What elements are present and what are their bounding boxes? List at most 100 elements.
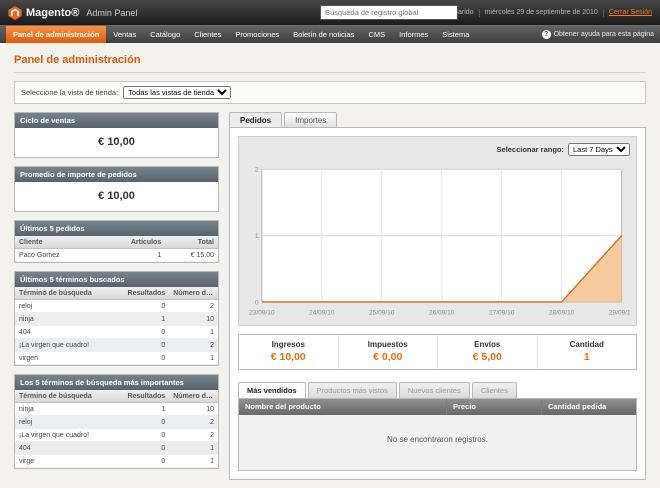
tab-most-viewed[interactable]: Productos más vistos bbox=[308, 382, 397, 398]
nav-item-customers[interactable]: Clientes bbox=[187, 26, 228, 43]
logo-subtitle: Admin Panel bbox=[86, 8, 137, 18]
nav-item-dashboard[interactable]: Panel de administración bbox=[6, 26, 106, 43]
total-label: Impuestos bbox=[339, 340, 438, 349]
page-content: Panel de administración Seleccione la vi… bbox=[0, 43, 660, 488]
table-row[interactable]: ninja 1 10 bbox=[15, 403, 218, 416]
column-header: Resultados bbox=[121, 390, 170, 403]
nav-item-sales[interactable]: Ventas bbox=[106, 26, 143, 43]
table-row[interactable]: ¡La virgen que cuadro! 0 2 bbox=[15, 339, 218, 352]
svg-text:24/09/10: 24/09/10 bbox=[309, 310, 335, 317]
table-row[interactable]: ¡La virgen que cuadro! 0 2 bbox=[15, 429, 218, 442]
cell-results: 0 bbox=[121, 442, 170, 455]
nav-item-cms[interactable]: CMS bbox=[361, 26, 392, 43]
top-header: Magento® Admin Panel Accedió como aparid… bbox=[0, 0, 660, 25]
cell-results: 1 bbox=[121, 313, 170, 326]
total-value: € 10,00 bbox=[239, 351, 338, 363]
table-row[interactable]: 404 0 1 bbox=[15, 442, 218, 455]
cell-results: 0 bbox=[121, 300, 170, 313]
page-help-link[interactable]: ? Obtener ayuda para esta página bbox=[542, 26, 654, 43]
nav-item-promotions[interactable]: Promociones bbox=[228, 26, 286, 43]
tab-customers[interactable]: Clientes bbox=[472, 382, 517, 398]
cell-uses: 1 bbox=[169, 352, 218, 365]
column-header: Número de usos bbox=[169, 390, 218, 403]
magento-logo-icon bbox=[8, 6, 22, 20]
cell-uses: 2 bbox=[169, 300, 218, 313]
store-view-label: Seleccione la vista de tienda: bbox=[21, 88, 118, 97]
cell-term: virgen bbox=[15, 352, 121, 365]
panel-title: Promedio de importe de pedidos bbox=[15, 167, 218, 182]
cell-results: 0 bbox=[121, 455, 170, 468]
top-search-panel: Los 5 términos de búsqueda más important… bbox=[14, 374, 219, 469]
table-row[interactable]: virge 0 1 bbox=[15, 455, 218, 468]
left-column: Ciclo de ventas € 10,00 Promedio de impo… bbox=[14, 112, 219, 477]
cell-uses: 1 bbox=[169, 326, 218, 339]
column-header: Número de usos bbox=[169, 287, 218, 300]
top-search-table: Término de búsqueda Resultados Número de… bbox=[15, 390, 218, 468]
grid-tabs: Más vendidos Productos más vistos Nuevos… bbox=[238, 382, 637, 398]
cell-term: reloj bbox=[15, 300, 121, 313]
cell-uses: 2 bbox=[169, 429, 218, 442]
range-select[interactable]: Last 7 Days bbox=[568, 143, 630, 156]
bestsellers-grid: Nombre del producto Precio Cantidad pedi… bbox=[238, 398, 637, 471]
column-header: Término de búsqueda bbox=[15, 287, 121, 300]
total-shipping: Envíos € 5,00 bbox=[437, 335, 537, 369]
cell-customer: Paco Gomez bbox=[15, 249, 121, 262]
average-orders-panel: Promedio de importe de pedidos € 10,00 bbox=[14, 166, 219, 212]
svg-text:1: 1 bbox=[255, 233, 259, 240]
tab-new-customers[interactable]: Nuevos clientes bbox=[399, 382, 470, 398]
cell-total: € 15.00 bbox=[165, 249, 218, 262]
global-search-input[interactable] bbox=[320, 5, 458, 20]
cell-uses: 10 bbox=[169, 403, 218, 416]
table-row[interactable]: ninja 1 10 bbox=[15, 313, 218, 326]
tab-bestsellers[interactable]: Más vendidos bbox=[238, 382, 306, 398]
column-header: Cliente bbox=[15, 236, 121, 249]
table-row[interactable]: virgen 0 1 bbox=[15, 352, 218, 365]
average-orders-value: € 10,00 bbox=[15, 182, 218, 211]
table-header-row: Cliente Artículos Total bbox=[15, 236, 218, 249]
table-row[interactable]: Paco Gomez 1 € 15.00 bbox=[15, 249, 218, 262]
total-label: Ingresos bbox=[239, 340, 338, 349]
table-row[interactable]: reloj 0 2 bbox=[15, 416, 218, 429]
table-row[interactable]: reloj 0 2 bbox=[15, 300, 218, 313]
cell-term: virge bbox=[15, 455, 121, 468]
chart-panel: Seleccionar rango: Last 7 Days 01223/09/… bbox=[238, 136, 637, 326]
svg-text:2: 2 bbox=[255, 167, 259, 174]
column-header: Resultados bbox=[121, 287, 170, 300]
cell-uses: 1 bbox=[169, 442, 218, 455]
table-row[interactable]: 404 0 1 bbox=[15, 326, 218, 339]
cell-term: ¡La virgen que cuadro! bbox=[15, 429, 121, 442]
nav-item-reports[interactable]: Informes bbox=[392, 26, 435, 43]
total-value: 1 bbox=[538, 351, 637, 363]
cell-uses: 1 bbox=[169, 455, 218, 468]
range-selector-row: Seleccionar rango: Last 7 Days bbox=[245, 143, 630, 156]
tab-orders[interactable]: Pedidos bbox=[229, 112, 282, 127]
column-header: Total bbox=[165, 236, 218, 249]
store-switcher: Seleccione la vista de tienda: Todas las… bbox=[14, 81, 646, 104]
tab-amounts[interactable]: Importes bbox=[284, 112, 337, 127]
main-nav: Panel de administración Ventas Catálogo … bbox=[0, 25, 660, 43]
svg-text:23/09/10: 23/09/10 bbox=[249, 310, 275, 317]
cell-results: 0 bbox=[121, 352, 170, 365]
nav-item-system[interactable]: Sistema bbox=[435, 26, 476, 43]
column-header: Precio bbox=[446, 399, 541, 415]
nav-item-newsletter[interactable]: Boletín de noticias bbox=[286, 26, 361, 43]
cell-term: reloj bbox=[15, 416, 121, 429]
logout-link[interactable]: Cerrar Sesión bbox=[609, 9, 652, 16]
column-header: Artículos bbox=[121, 236, 166, 249]
magento-logo: Magento® Admin Panel bbox=[8, 6, 137, 20]
page-title: Panel de administración bbox=[14, 51, 646, 73]
column-header: Cantidad pedida bbox=[541, 399, 636, 415]
lifetime-sales-value: € 10,00 bbox=[15, 128, 218, 157]
logo-text: Magento® bbox=[26, 7, 79, 19]
svg-text:25/09/10: 25/09/10 bbox=[369, 310, 395, 317]
cell-results: 0 bbox=[121, 429, 170, 442]
grid-header-row: Nombre del producto Precio Cantidad pedi… bbox=[239, 399, 636, 415]
column-header: Nombre del producto bbox=[239, 399, 446, 415]
panel-title: Últimos 5 términos buscados bbox=[15, 272, 218, 287]
orders-chart: 01223/09/1024/09/1025/09/1026/09/1027/09… bbox=[245, 161, 630, 319]
cell-term: ¡La virgen que cuadro! bbox=[15, 339, 121, 352]
nav-item-catalog[interactable]: Catálogo bbox=[143, 26, 187, 43]
range-label: Seleccionar rango: bbox=[496, 145, 564, 154]
cell-items: 1 bbox=[121, 249, 166, 262]
store-view-select[interactable]: Todas las vistas de tienda bbox=[123, 86, 231, 99]
